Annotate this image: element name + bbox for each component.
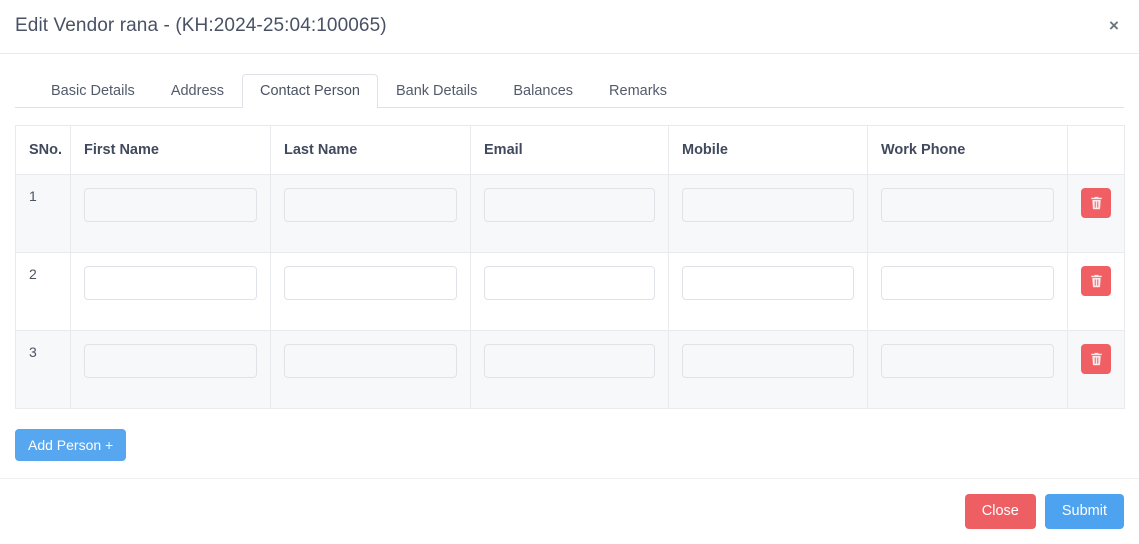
contact-person-table-wrapper: SNo. First Name Last Name Email Mobile W… — [15, 125, 1125, 409]
cell-actions — [1067, 252, 1125, 331]
close-icon[interactable]: × — [1101, 12, 1127, 38]
first-name-input[interactable] — [84, 188, 257, 222]
column-header-last-name: Last Name — [270, 125, 471, 175]
cell-last-name — [270, 330, 471, 409]
trash-icon — [1090, 196, 1103, 210]
trash-icon — [1090, 274, 1103, 288]
column-header-email: Email — [470, 125, 669, 175]
row-sno: 2 — [15, 252, 71, 331]
cell-mobile — [668, 174, 868, 253]
cell-first-name — [70, 174, 271, 253]
modal-body: Basic Details Address Contact Person Ban… — [0, 54, 1139, 478]
last-name-input[interactable] — [284, 344, 457, 378]
table-body: 1 2 3 — [15, 174, 1125, 409]
cell-work-phone — [867, 174, 1068, 253]
work-phone-input[interactable] — [881, 188, 1054, 222]
submit-button[interactable]: Submit — [1044, 493, 1124, 530]
work-phone-input[interactable] — [881, 266, 1054, 300]
add-person-row: Add Person + — [15, 429, 1124, 461]
cell-actions — [1067, 174, 1125, 253]
cell-email — [470, 330, 669, 409]
cell-first-name — [70, 330, 271, 409]
delete-row-button[interactable] — [1081, 266, 1111, 296]
cell-first-name — [70, 252, 271, 331]
cell-last-name — [270, 252, 471, 331]
cell-last-name — [270, 174, 471, 253]
trash-icon — [1090, 352, 1103, 366]
tab-remarks[interactable]: Remarks — [591, 74, 685, 109]
column-header-actions — [1067, 125, 1125, 175]
mobile-input[interactable] — [682, 266, 854, 300]
email-input[interactable] — [484, 188, 655, 222]
tab-address[interactable]: Address — [153, 74, 242, 109]
tab-basic-details[interactable]: Basic Details — [33, 74, 153, 109]
cell-actions — [1067, 330, 1125, 409]
column-header-first-name: First Name — [70, 125, 271, 175]
cell-mobile — [668, 330, 868, 409]
page-title: Edit Vendor rana - (KH:2024-25:04:100065… — [15, 15, 387, 37]
edit-vendor-modal: Edit Vendor rana - (KH:2024-25:04:100065… — [0, 0, 1139, 544]
email-input[interactable] — [484, 266, 655, 300]
modal-footer: Close Submit — [0, 478, 1139, 544]
table-row: 3 — [15, 330, 1125, 409]
delete-row-button[interactable] — [1081, 344, 1111, 374]
table-header: SNo. First Name Last Name Email Mobile W… — [15, 125, 1125, 175]
column-header-sno: SNo. — [15, 125, 71, 175]
tab-bar: Basic Details Address Contact Person Ban… — [15, 70, 1124, 108]
cell-email — [470, 174, 669, 253]
column-header-work-phone: Work Phone — [867, 125, 1068, 175]
table-row: 2 — [15, 252, 1125, 331]
mobile-input[interactable] — [682, 344, 854, 378]
delete-row-button[interactable] — [1081, 188, 1111, 218]
cell-work-phone — [867, 330, 1068, 409]
table-row: 1 — [15, 174, 1125, 253]
tab-balances[interactable]: Balances — [495, 74, 591, 109]
table-header-row: SNo. First Name Last Name Email Mobile W… — [15, 125, 1125, 175]
cell-mobile — [668, 252, 868, 331]
last-name-input[interactable] — [284, 188, 457, 222]
work-phone-input[interactable] — [881, 344, 1054, 378]
email-input[interactable] — [484, 344, 655, 378]
tab-bank-details[interactable]: Bank Details — [378, 74, 495, 109]
cell-email — [470, 252, 669, 331]
mobile-input[interactable] — [682, 188, 854, 222]
last-name-input[interactable] — [284, 266, 457, 300]
column-header-mobile: Mobile — [668, 125, 868, 175]
row-sno: 3 — [15, 330, 71, 409]
contact-person-table: SNo. First Name Last Name Email Mobile W… — [15, 125, 1125, 409]
first-name-input[interactable] — [84, 344, 257, 378]
cell-work-phone — [867, 252, 1068, 331]
add-person-button[interactable]: Add Person + — [15, 429, 127, 461]
first-name-input[interactable] — [84, 266, 257, 300]
row-sno: 1 — [15, 174, 71, 253]
modal-header: Edit Vendor rana - (KH:2024-25:04:100065… — [0, 0, 1139, 54]
close-button[interactable]: Close — [964, 493, 1036, 530]
tab-contact-person[interactable]: Contact Person — [242, 73, 378, 108]
